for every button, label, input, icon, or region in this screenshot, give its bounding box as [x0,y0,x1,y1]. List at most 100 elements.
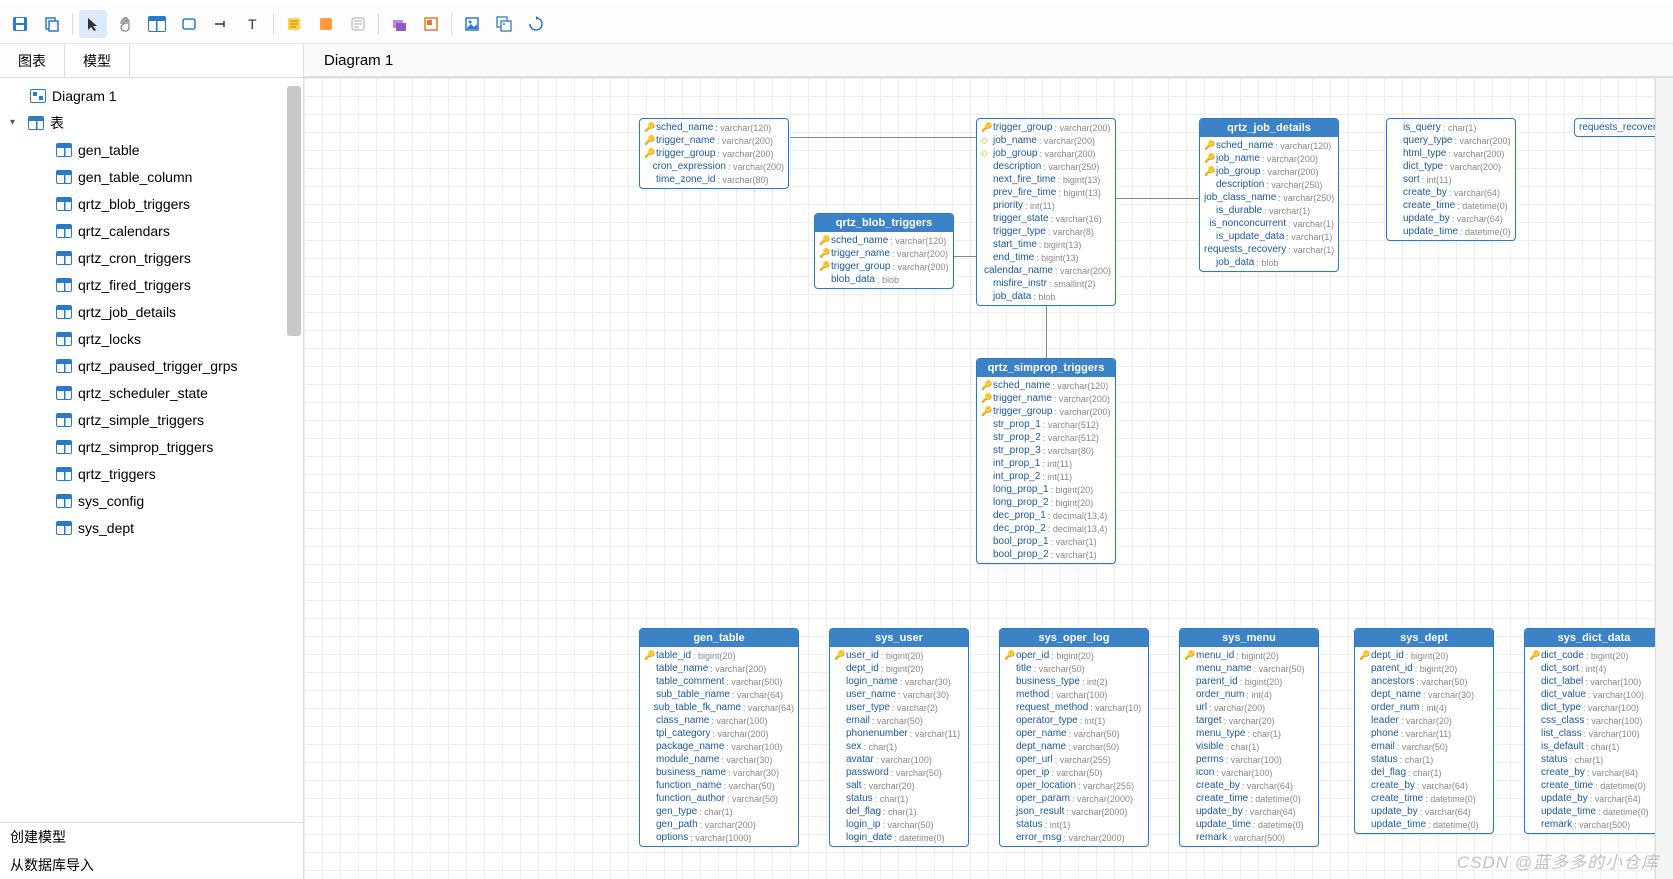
note-yellow-icon[interactable] [280,10,308,38]
column-row[interactable]: 🔑sched_name: varchar(120) [815,234,953,247]
column-row[interactable]: sort: int(11) [1387,173,1515,186]
column-row[interactable]: 🔑trigger_name: varchar(200) [977,392,1115,405]
column-row[interactable]: oper_ip: varchar(50) [1000,766,1148,779]
hand-icon[interactable] [111,10,139,38]
column-row[interactable]: dept_id: bigint(20) [830,662,968,675]
column-row[interactable]: create_time: datetime(0) [1525,779,1663,792]
column-row[interactable]: start_time: bigint(13) [977,238,1115,251]
column-row[interactable]: is_query: char(1) [1387,121,1515,134]
column-row[interactable]: str_prop_3: varchar(80) [977,444,1115,457]
column-row[interactable]: ancestors: varchar(50) [1355,675,1493,688]
column-row[interactable]: ◇job_name: varchar(200) [977,134,1115,147]
column-row[interactable]: str_prop_2: varchar(512) [977,431,1115,444]
column-row[interactable]: dept_name: varchar(50) [1000,740,1148,753]
column-row[interactable]: sub_table_name: varchar(64) [640,688,798,701]
column-row[interactable]: str_prop_1: varchar(512) [977,418,1115,431]
column-row[interactable]: menu_type: char(1) [1180,727,1318,740]
table-icon[interactable] [143,10,171,38]
entity-sys_dept[interactable]: sys_dept🔑dept_id: bigint(20)parent_id: b… [1354,628,1494,834]
tree-table-qrtz_fired_triggers[interactable]: qrtz_fired_triggers [0,271,303,298]
column-row[interactable]: parent_id: bigint(20) [1355,662,1493,675]
column-row[interactable]: phone: varchar(11) [1355,727,1493,740]
column-row[interactable]: gen_type: char(1) [640,805,798,818]
canvas-area[interactable]: Diagram 1 🔑sched_name: varchar(120)🔑trig… [304,44,1673,879]
create-model-button[interactable]: 创建模型 [0,823,303,851]
column-row[interactable]: update_by: varchar(64) [1525,792,1663,805]
entity-sys_user[interactable]: sys_user🔑user_id: bigint(20)dept_id: big… [829,628,969,847]
column-row[interactable]: update_by: varchar(64) [1180,805,1318,818]
column-row[interactable]: 🔑trigger_name: varchar(200) [640,134,788,147]
column-row[interactable]: class_name: varchar(100) [640,714,798,727]
column-row[interactable]: create_by: varchar(64) [1355,779,1493,792]
column-row[interactable]: time_zone_id: varchar(80) [640,173,788,186]
column-row[interactable]: 🔑job_group: varchar(200) [1200,165,1338,178]
entity-dict[interactable]: is_query: char(1)query_type: varchar(200… [1386,118,1516,241]
column-row[interactable]: prev_fire_time: bigint(13) [977,186,1115,199]
column-row[interactable]: module_name: varchar(30) [640,753,798,766]
column-row[interactable]: login_name: varchar(30) [830,675,968,688]
column-row[interactable]: oper_url: varchar(255) [1000,753,1148,766]
column-row[interactable]: trigger_state: varchar(16) [977,212,1115,225]
column-row[interactable]: login_ip: varchar(50) [830,818,968,831]
column-row[interactable]: long_prop_1: bigint(20) [977,483,1115,496]
rect-icon[interactable] [175,10,203,38]
column-row[interactable]: remark: varchar(500) [1180,831,1318,844]
column-row[interactable]: dept_name: varchar(30) [1355,688,1493,701]
column-row[interactable]: is_default: char(1) [1525,740,1663,753]
pointer-icon[interactable] [79,10,107,38]
tree-table-qrtz_simprop_triggers[interactable]: qrtz_simprop_triggers [0,433,303,460]
column-row[interactable]: 🔑trigger_group: varchar(200) [815,260,953,273]
entity-qrtz_simprop_triggers[interactable]: qrtz_simprop_triggers🔑sched_name: varcha… [976,358,1116,564]
note-orange-icon[interactable] [312,10,340,38]
column-row[interactable]: status: char(1) [1355,753,1493,766]
column-row[interactable]: is_nonconcurrent: varchar(1) [1200,217,1338,230]
column-row[interactable]: oper_location: varchar(255) [1000,779,1148,792]
save-icon[interactable] [6,10,34,38]
tree-table-gen_table_column[interactable]: gen_table_column [0,163,303,190]
tree-table-qrtz_triggers[interactable]: qrtz_triggers [0,460,303,487]
column-row[interactable]: update_by: varchar(64) [1387,212,1515,225]
column-row[interactable]: function_author: varchar(50) [640,792,798,805]
entity-gen_table[interactable]: gen_table🔑table_id: bigint(20)table_name… [639,628,799,847]
column-row[interactable]: dec_prop_1: decimal(13,4) [977,509,1115,522]
column-row[interactable]: update_time: datetime(0) [1525,805,1663,818]
column-row[interactable]: table_name: varchar(200) [640,662,798,675]
column-row[interactable]: function_name: varchar(50) [640,779,798,792]
column-row[interactable]: int_prop_1: int(11) [977,457,1115,470]
tree-tables[interactable]: ▾ 表 [0,109,303,136]
column-row[interactable]: update_time: datetime(0) [1387,225,1515,238]
column-row[interactable]: trigger_type: varchar(8) [977,225,1115,238]
column-row[interactable]: dict_type: varchar(100) [1525,701,1663,714]
text-icon[interactable]: T [239,10,267,38]
column-row[interactable]: int_prop_2: int(11) [977,470,1115,483]
column-row[interactable]: error_msg: varchar(2000) [1000,831,1148,844]
column-row[interactable]: title: varchar(50) [1000,662,1148,675]
column-row[interactable]: create_by: varchar(64) [1525,766,1663,779]
column-row[interactable]: order_num: int(4) [1180,688,1318,701]
layer-purple-icon[interactable] [385,10,413,38]
column-row[interactable]: parent_id: bigint(20) [1180,675,1318,688]
column-row[interactable]: dec_prop_2: decimal(13,4) [977,522,1115,535]
column-row[interactable]: perms: varchar(100) [1180,753,1318,766]
column-row[interactable]: 🔑trigger_name: varchar(200) [815,247,953,260]
column-row[interactable]: business_type: int(2) [1000,675,1148,688]
column-row[interactable]: json_result: varchar(2000) [1000,805,1148,818]
column-row[interactable]: 🔑sched_name: varchar(120) [977,379,1115,392]
column-row[interactable]: cron_expression: varchar(200) [640,160,788,173]
column-row[interactable]: avatar: varchar(100) [830,753,968,766]
entity-qrtz_job_details[interactable]: qrtz_job_details🔑sched_name: varchar(120… [1199,118,1339,272]
column-row[interactable]: 🔑table_id: bigint(20) [640,649,798,662]
column-row[interactable]: 🔑menu_id: bigint(20) [1180,649,1318,662]
column-row[interactable]: description: varchar(250) [977,160,1115,173]
entity-cron[interactable]: 🔑sched_name: varchar(120)🔑trigger_name: … [639,118,789,189]
image-icon[interactable] [458,10,486,38]
column-row[interactable]: update_time: datetime(0) [1180,818,1318,831]
column-row[interactable]: package_name: varchar(100) [640,740,798,753]
entity-sys_menu[interactable]: sys_menu🔑menu_id: bigint(20)menu_name: v… [1179,628,1319,847]
tree-diagram[interactable]: Diagram 1 [0,82,303,109]
tree-table-qrtz_scheduler_state[interactable]: qrtz_scheduler_state [0,379,303,406]
tree-table-sys_dept[interactable]: sys_dept [0,514,303,541]
column-row[interactable]: query_type: varchar(200) [1387,134,1515,147]
column-row[interactable]: sex: char(1) [830,740,968,753]
column-row[interactable]: table_comment: varchar(500) [640,675,798,688]
